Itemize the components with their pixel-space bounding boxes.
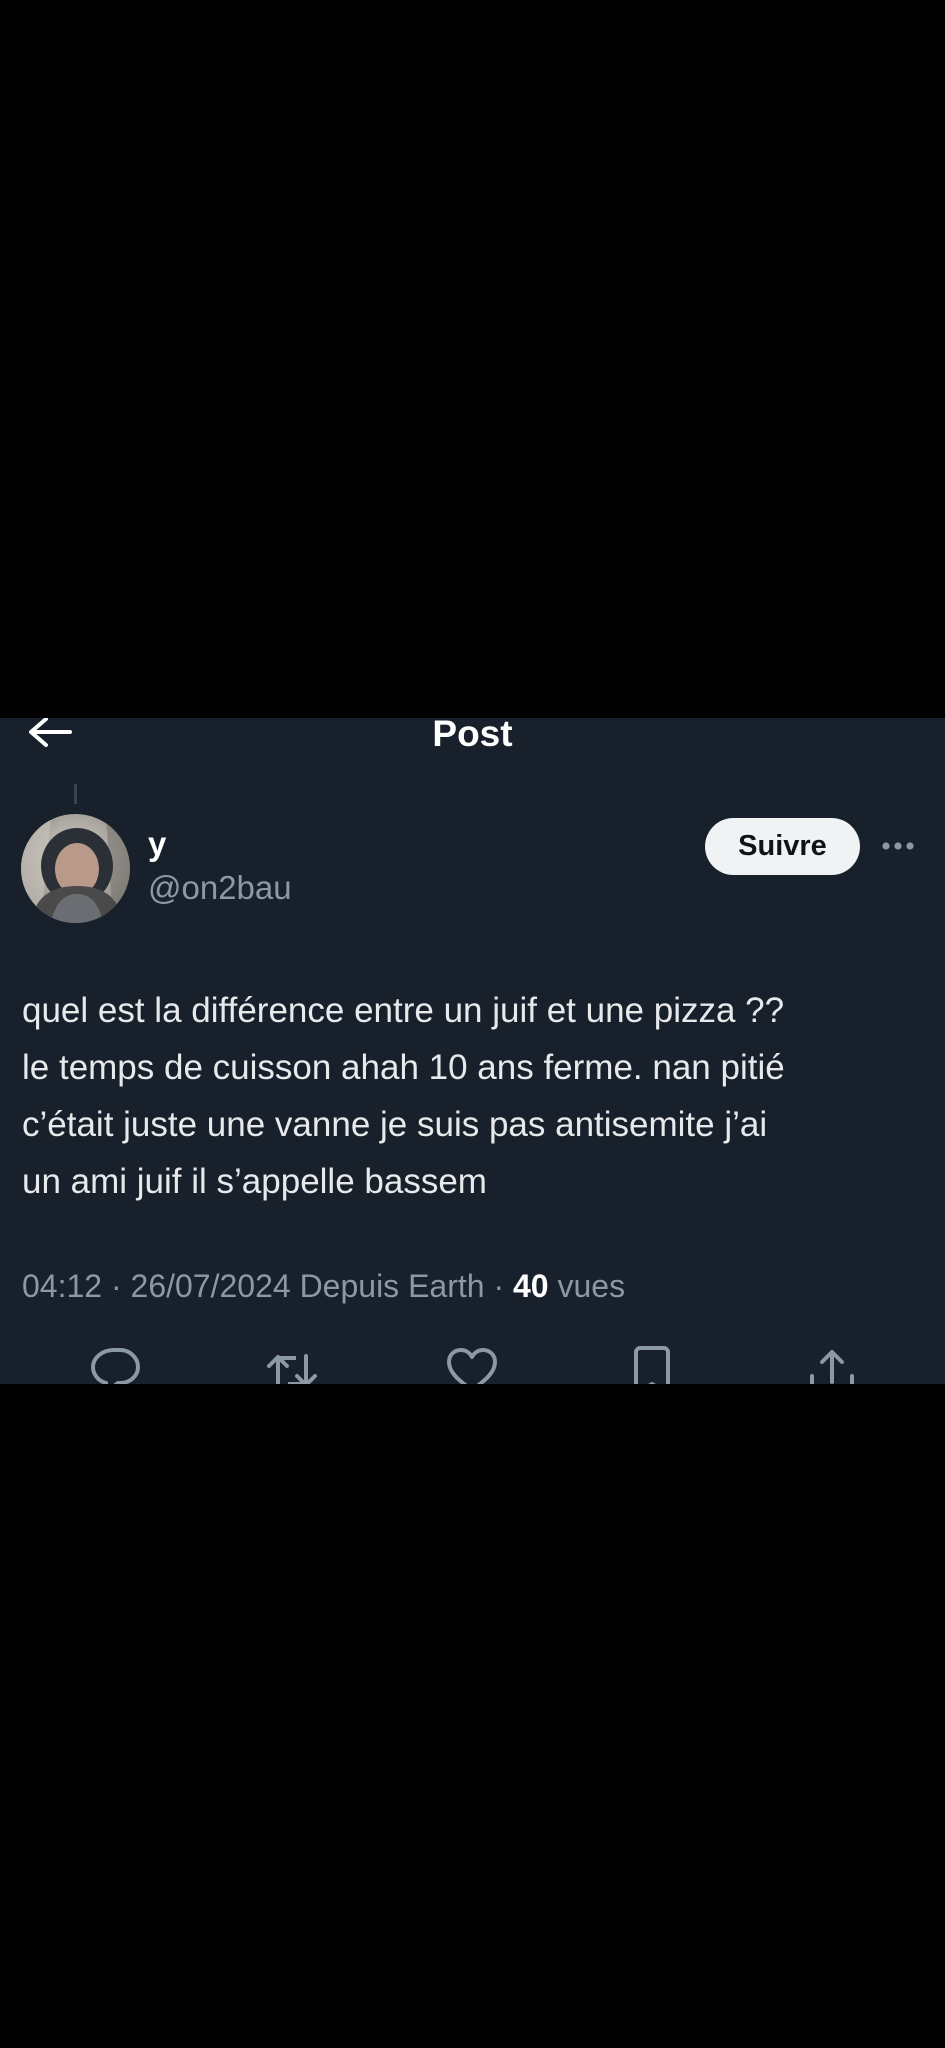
author-display-name[interactable]: y [148, 824, 166, 864]
share-icon [810, 1350, 854, 1384]
like-button[interactable] [444, 1346, 500, 1384]
retweet-icon [267, 1354, 317, 1384]
avatar[interactable] [21, 814, 130, 923]
page-title: Post [432, 718, 513, 754]
author-handle[interactable]: @on2bau [148, 868, 292, 908]
meta-separator: · [102, 1268, 131, 1304]
follow-button[interactable]: Suivre [705, 818, 860, 875]
avatar-photo [21, 814, 130, 923]
tweet-date[interactable]: 26/07/2024 [131, 1268, 291, 1304]
post-screen: Post y @on2bau Suivre quel est la différ… [0, 718, 945, 1384]
more-horizontal-icon [882, 842, 914, 850]
thread-connector [74, 784, 77, 804]
share-button[interactable] [804, 1346, 860, 1384]
meta-separator: · [484, 1268, 513, 1304]
top-bar: Post [0, 718, 945, 754]
reply-icon [91, 1348, 140, 1384]
tweet-source: Depuis Earth [299, 1268, 485, 1304]
bookmark-button[interactable] [624, 1346, 680, 1384]
bookmark-icon [634, 1346, 670, 1384]
retweet-button[interactable] [264, 1346, 320, 1384]
tweet-text: quel est la différence entre un juif et … [22, 991, 785, 1201]
views-label[interactable]: vues [557, 1268, 625, 1304]
more-options-button[interactable] [880, 828, 920, 864]
reply-button[interactable] [88, 1346, 144, 1384]
heart-icon [447, 1348, 497, 1384]
views-count[interactable]: 40 [513, 1268, 549, 1304]
tweet-metadata: 04:12 · 26/07/2024 Depuis Earth · 40 vue… [22, 1266, 625, 1306]
tweet-time[interactable]: 04:12 [22, 1268, 102, 1304]
